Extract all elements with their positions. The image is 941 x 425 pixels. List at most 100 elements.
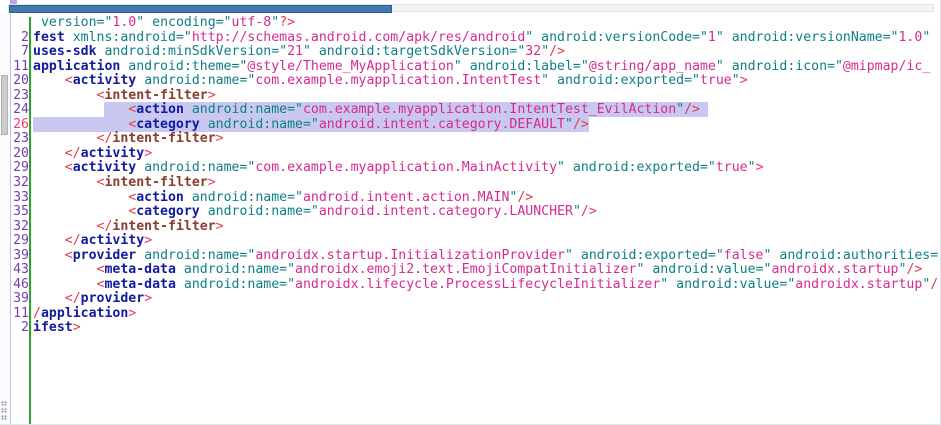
code-line[interactable]: 20 <activity android:name="com.example.m…	[11, 74, 940, 89]
horizontal-scrollbar-thumb[interactable]	[9, 5, 392, 13]
code-token: provider	[73, 248, 137, 263]
code-text: uses-sdk android:minSdkVersion="21" andr…	[29, 45, 565, 60]
code-token: activity	[73, 160, 137, 175]
code-line[interactable]: 39 <provider android:name="androidx.star…	[11, 249, 940, 264]
code-token: />	[573, 117, 589, 132]
code-token: com.example.myapplication.IntentTest	[255, 73, 541, 88]
code-token: </	[65, 291, 81, 306]
code-text: <provider android:name="androidx.startup…	[29, 249, 938, 264]
line-number[interactable]: 11	[11, 307, 29, 322]
vertical-scrollbar[interactable]	[0, 14, 11, 425]
code-line[interactable]: 29 </activity>	[11, 234, 940, 249]
line-number[interactable]: 20	[11, 74, 29, 89]
code-text: <activity android:name="com.example.myap…	[29, 74, 748, 89]
code-line[interactable]: 32 <intent-filter>	[11, 176, 940, 191]
code-token: @mipmap/ic_	[843, 59, 930, 74]
code-token: version="	[41, 15, 112, 30]
code-token: 21	[287, 44, 303, 59]
xml-editor-window: { "colors": { "delim": "#e6394c", "tag":…	[0, 0, 941, 425]
line-number[interactable]: 2	[11, 321, 29, 336]
code-token: android:minSdkVersion="	[97, 44, 288, 59]
code-token: android.intent.category.DEFAULT	[319, 117, 565, 132]
line-number[interactable]: 29	[11, 161, 29, 176]
code-token: "	[676, 102, 684, 117]
code-text: <activity android:name="com.example.myap…	[29, 161, 764, 176]
resize-grip-dots[interactable]	[1, 399, 8, 422]
line-number[interactable]	[11, 16, 29, 31]
code-token: utf-8	[232, 15, 272, 30]
code-line[interactable]: 29 <activity android:name="com.example.m…	[11, 161, 940, 176]
code-line[interactable]: 24 <action android:name="com.example.mya…	[11, 103, 940, 118]
code-token: android:theme="	[120, 59, 247, 74]
line-number[interactable]: 39	[11, 249, 29, 264]
line-number[interactable]: 26	[11, 118, 29, 133]
line-number[interactable]: 39	[11, 292, 29, 307]
code-editor-area[interactable]: version="1.0" encoding="utf-8"?>2fest xm…	[11, 14, 940, 425]
code-token: >	[216, 219, 224, 234]
line-number[interactable]: 11	[11, 60, 29, 75]
code-token: >	[73, 320, 81, 335]
code-line[interactable]: 11/application>	[11, 307, 940, 322]
code-line[interactable]: 2ifest>	[11, 321, 940, 336]
code-line[interactable]: 7uses-sdk android:minSdkVersion="21" and…	[11, 45, 940, 60]
code-token: provider	[81, 291, 145, 306]
code-token: " android:label="	[454, 59, 589, 74]
code-token: android.intent.category.LAUNCHER	[319, 204, 573, 219]
code-token: androidx.startup	[795, 277, 922, 292]
code-text: ifest>	[29, 321, 81, 336]
code-line[interactable]: 43 <meta-data android:name="androidx.emo…	[11, 263, 940, 278]
line-number[interactable]: 24	[11, 103, 29, 118]
code-token: intent-filter	[104, 175, 207, 190]
code-line[interactable]: 35 <category android:name="android.inten…	[11, 205, 940, 220]
code-token: android:name="	[136, 160, 255, 175]
code-token: />	[517, 190, 533, 205]
code-line[interactable]: version="1.0" encoding="utf-8"?>	[11, 16, 940, 31]
code-line[interactable]: 2fest xmlns:android="http://schemas.andr…	[11, 31, 940, 46]
code-token: @style/Theme_MyApplication	[247, 59, 453, 74]
selection-highlight: <category android:name="android.intent.c…	[33, 117, 589, 132]
code-token: >	[144, 233, 152, 248]
code-token: intent-filter	[112, 131, 215, 146]
code-token: "	[922, 30, 930, 45]
line-number[interactable]: 32	[11, 220, 29, 235]
line-number[interactable]: 32	[11, 176, 29, 191]
horizontal-scrollbar[interactable]	[8, 4, 934, 12]
code-token: >	[756, 160, 764, 175]
code-text: <intent-filter>	[29, 176, 216, 191]
vertical-scrollbar-thumb[interactable]	[1, 75, 8, 135]
line-number[interactable]: 23	[11, 89, 29, 104]
code-line[interactable]: 33 <action android:name="android.intent.…	[11, 191, 940, 206]
line-number[interactable]: 7	[11, 45, 29, 60]
line-number[interactable]: 2	[11, 31, 29, 46]
code-token: false	[724, 248, 764, 263]
code-token: "	[732, 73, 740, 88]
code-token: </	[65, 233, 81, 248]
code-token: uses-sdk	[33, 44, 97, 59]
code-token: </	[97, 131, 113, 146]
code-token: <	[65, 248, 73, 263]
line-number[interactable]: 43	[11, 263, 29, 278]
code-token: application	[33, 59, 120, 74]
line-number[interactable]: 46	[11, 278, 29, 293]
code-token: android:name="	[176, 262, 295, 277]
code-line[interactable]: 39 </provider>	[11, 292, 940, 307]
code-line[interactable]: 23 </intent-filter>	[11, 132, 940, 147]
code-token: " android:versionCode="	[525, 30, 708, 45]
code-text: <meta-data android:name="androidx.lifecy…	[29, 278, 938, 293]
code-token: meta-data	[104, 277, 175, 292]
code-token: " android:authorities=	[764, 248, 939, 263]
code-token: android:name="	[200, 204, 319, 219]
line-number[interactable]: 20	[11, 147, 29, 162]
code-token: " android:icon="	[716, 59, 843, 74]
code-token: </	[97, 219, 113, 234]
line-number[interactable]: 33	[11, 191, 29, 206]
code-token: >	[208, 88, 216, 103]
code-token: 1.0	[112, 15, 136, 30]
code-line[interactable]: 11application android:theme="@style/Them…	[11, 60, 940, 75]
line-number[interactable]: 23	[11, 132, 29, 147]
line-number[interactable]: 35	[11, 205, 29, 220]
code-token: android:name="	[136, 73, 255, 88]
code-text: application android:theme="@style/Theme_…	[29, 60, 930, 75]
code-token: >	[144, 291, 152, 306]
line-number[interactable]: 29	[11, 234, 29, 249]
